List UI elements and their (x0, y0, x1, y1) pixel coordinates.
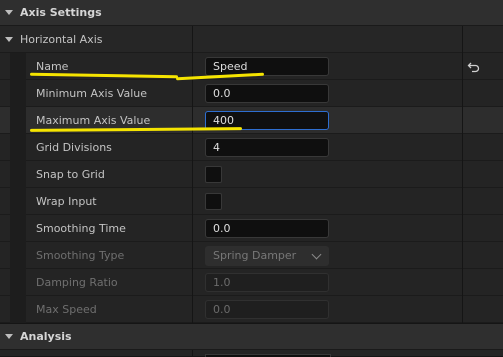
column-divider (462, 269, 463, 296)
max-speed-field[interactable]: 0.0 (205, 300, 329, 319)
snap-to-grid-checkbox[interactable] (205, 166, 222, 183)
property-label: Damping Ratio (36, 276, 118, 289)
category-label: Horizontal Axis (20, 33, 103, 46)
property-label: Minimum Axis Value (36, 87, 147, 100)
wrap-input-checkbox[interactable] (205, 193, 222, 210)
property-row-wrap-input: Wrap Input (0, 188, 503, 215)
indent-bar (10, 242, 26, 269)
indent-bar (10, 296, 26, 323)
category-analysis[interactable]: Analysis (0, 324, 503, 350)
category-label: Axis Settings (20, 6, 102, 19)
column-divider (192, 350, 193, 356)
indent-bar (10, 269, 26, 296)
property-label: Wrap Input (36, 195, 97, 208)
column-divider (192, 269, 193, 296)
name-field[interactable]: Speed (205, 57, 329, 76)
minimum-axis-value-field[interactable]: 0.0 (205, 84, 329, 103)
property-label: Grid Divisions (36, 141, 112, 154)
damping-ratio-field[interactable]: 1.0 (205, 273, 329, 292)
column-divider (462, 215, 463, 242)
property-row-max-speed: Max Speed 0.0 (0, 296, 503, 323)
smoothing-time-field[interactable]: 0.0 (205, 219, 329, 238)
category-label: Analysis (20, 330, 72, 343)
chevron-down-icon[interactable] (5, 10, 13, 15)
property-row-grid-divisions: Grid Divisions 4 (0, 134, 503, 161)
category-axis-settings[interactable]: Axis Settings (0, 0, 503, 26)
indent-bar (10, 215, 26, 242)
indent-bar (10, 161, 26, 188)
column-divider (192, 188, 193, 215)
column-divider (462, 80, 463, 107)
column-divider (192, 26, 193, 53)
indent-bar (10, 134, 26, 161)
property-row-damping-ratio: Damping Ratio 1.0 (0, 269, 503, 296)
column-divider (462, 26, 463, 53)
indent-bar (10, 107, 26, 134)
column-divider (462, 242, 463, 269)
property-row-snap-to-grid: Snap to Grid (0, 161, 503, 188)
indent-bar (10, 188, 26, 215)
property-label: Smoothing Type (36, 249, 125, 262)
column-divider (462, 161, 463, 188)
smoothing-type-dropdown[interactable]: Spring Damper (205, 246, 329, 266)
dropdown-value: Spring Damper (213, 249, 297, 262)
property-label: Smoothing Time (36, 222, 126, 235)
column-divider (462, 53, 463, 80)
indent-bar (10, 53, 26, 80)
property-row-smoothing-type: Smoothing Type Spring Damper (0, 242, 503, 269)
chevron-down-icon[interactable] (5, 37, 13, 42)
property-label: Max Speed (36, 303, 97, 316)
property-row-minimum-axis-value: Minimum Axis Value 0.0 (0, 80, 503, 107)
reset-to-default-icon[interactable] (467, 60, 481, 74)
chevron-down-icon (311, 249, 322, 260)
column-divider (192, 161, 193, 188)
column-divider (192, 215, 193, 242)
column-divider (462, 296, 463, 323)
column-divider (192, 296, 193, 323)
category-horizontal-axis[interactable]: Horizontal Axis (0, 26, 503, 53)
column-divider (462, 188, 463, 215)
property-row-smoothing-time: Smoothing Time 0.0 (0, 215, 503, 242)
grid-divisions-field[interactable]: 4 (205, 138, 329, 157)
column-divider (462, 134, 463, 161)
indent-bar (10, 80, 26, 107)
property-label: Snap to Grid (36, 168, 105, 181)
column-divider (192, 134, 193, 161)
column-divider (192, 80, 193, 107)
chevron-down-icon[interactable] (5, 334, 13, 339)
next-row-edge (0, 350, 503, 357)
column-divider (192, 242, 193, 269)
column-divider (462, 107, 463, 134)
